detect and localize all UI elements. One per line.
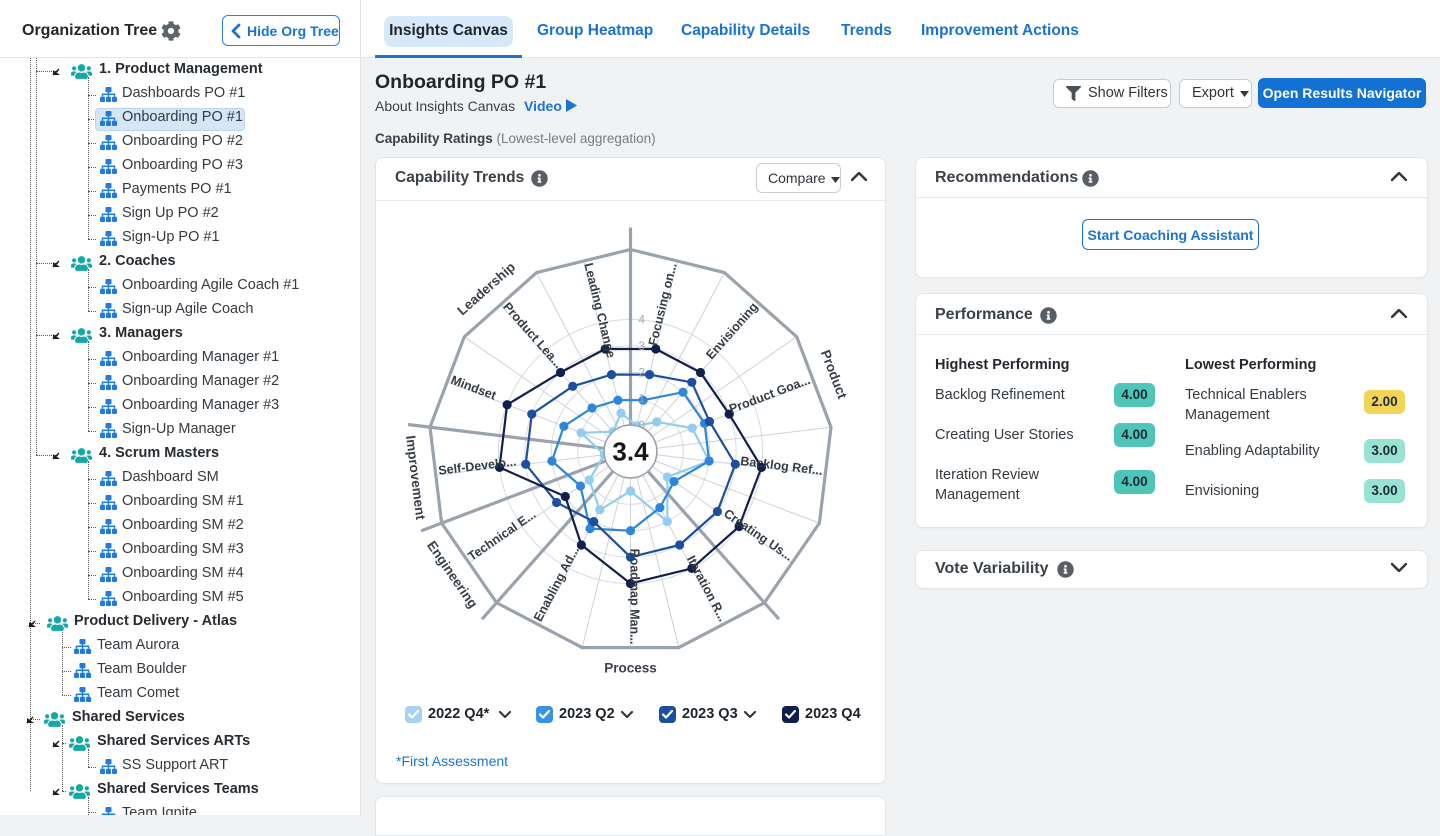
svg-text:Backlog Ref...: Backlog Ref... [740,454,824,478]
svg-text:Mindset: Mindset [449,373,499,403]
svg-text:Roadmap Man...: Roadmap Man... [628,549,642,645]
svg-text:Product: Product [818,348,850,401]
svg-text:Improvement: Improvement [403,435,428,521]
svg-text:Envisioning: Envisioning [703,300,760,362]
svg-text:3: 3 [639,341,645,353]
svg-text:1: 1 [639,394,645,406]
svg-text:Product Lea...: Product Lea... [500,300,565,371]
svg-text:3.4: 3.4 [612,437,649,467]
svg-text:2: 2 [639,367,645,379]
svg-text:Iteration R...: Iteration R... [684,553,730,623]
svg-text:Product Goa...: Product Goa... [727,373,812,416]
svg-text:Self-Develo...: Self-Develo... [438,454,518,477]
svg-text:Leading Change: Leading Change [581,261,618,359]
svg-text:Process: Process [604,661,657,676]
svg-text:Focusing on...: Focusing on... [646,261,680,347]
svg-text:4: 4 [639,315,646,327]
svg-text:Technical E...: Technical E... [465,507,538,563]
